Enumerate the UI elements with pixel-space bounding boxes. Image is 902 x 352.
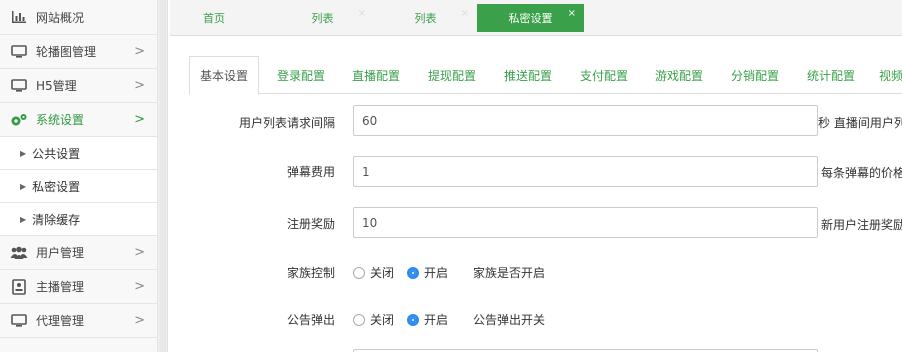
- field-label: 公告弹出: [286, 313, 335, 327]
- chevron-right-icon: >: [134, 44, 145, 59]
- id-card-icon: [10, 278, 28, 295]
- page-tab-label: 首页: [203, 12, 225, 25]
- chevron-right-icon: >: [134, 279, 145, 294]
- sidebar-subitem-clear-cache[interactable]: ▶ 清除缓存: [0, 203, 157, 236]
- chevron-right-icon: >: [134, 112, 145, 127]
- close-icon[interactable]: ×: [358, 8, 366, 19]
- page-tab-label: 私密设置: [508, 12, 553, 25]
- sidebar: 网站概况 轮播图管理 > H5管理 > 系统设置 > ▶ 公共设置 ▶ 私密设置…: [0, 0, 158, 352]
- tab-live-config[interactable]: 直播配置: [352, 56, 400, 94]
- chevron-right-icon: >: [134, 78, 145, 93]
- request-interval-input[interactable]: [353, 105, 818, 136]
- announcement-popup-on-radio[interactable]: 开启: [407, 311, 448, 328]
- sidebar-item-label: 网站概况: [36, 10, 85, 25]
- tab-game-config[interactable]: 游戏配置: [655, 56, 703, 94]
- radio-label: 开启: [424, 266, 449, 280]
- sidebar-item-site-overview[interactable]: 网站概况: [0, 0, 157, 35]
- gears-icon: [10, 112, 28, 128]
- radio-circle-selected: [407, 313, 419, 326]
- close-icon[interactable]: ×: [461, 8, 469, 19]
- field-label: 家族控制: [286, 266, 335, 280]
- sidebar-subitem-label: 清除缓存: [32, 212, 81, 227]
- radio-circle: [353, 313, 365, 326]
- radio-label: 关闭: [370, 266, 395, 280]
- sidebar-item-label: 用户管理: [36, 246, 85, 260]
- field-hint: 每条弹幕的价格: [821, 166, 902, 180]
- family-control-off-radio[interactable]: 关闭: [353, 264, 394, 281]
- radio-circle: [353, 266, 365, 279]
- sidebar-subitem-private-settings[interactable]: ▶ 私密设置: [0, 170, 157, 203]
- settings-tabs: 基本设置 登录配置 直播配置 提现配置 推送配置 支付配置 游戏配置 分销配置 …: [189, 56, 902, 95]
- register-reward-input[interactable]: [353, 207, 818, 238]
- page-tab-private-settings[interactable]: 私密设置 ×: [477, 4, 584, 32]
- field-label: 弹幕费用: [286, 165, 335, 179]
- sidebar-item-label: 系统设置: [36, 113, 85, 127]
- tab-push-config[interactable]: 推送配置: [504, 56, 552, 94]
- sidebar-subitem-public-settings[interactable]: ▶ 公共设置: [0, 137, 157, 170]
- field-label: 用户列表请求间隔: [238, 116, 335, 130]
- monitor-icon: [10, 44, 28, 60]
- caret-right-icon: ▶: [20, 148, 27, 158]
- page-tab-list-1[interactable]: 列表 ×: [271, 4, 374, 32]
- field-hint: 家族是否开启: [473, 266, 546, 280]
- page-tab-home[interactable]: 首页: [175, 4, 253, 32]
- radio-label: 开启: [424, 313, 449, 327]
- main-content: 基本设置 登录配置 直播配置 提现配置 推送配置 支付配置 游戏配置 分销配置 …: [170, 37, 902, 352]
- tab-stats-config[interactable]: 统计配置: [807, 56, 855, 94]
- tab-payment-config[interactable]: 支付配置: [580, 56, 628, 94]
- sidebar-item-agents[interactable]: 代理管理 >: [0, 304, 157, 338]
- monitor-icon: [10, 78, 28, 94]
- page-tab-label: 列表: [311, 12, 334, 25]
- sidebar-item-h5[interactable]: H5管理 >: [0, 69, 157, 103]
- caret-right-icon: ▶: [20, 214, 27, 224]
- field-hint: 公告弹出开关: [473, 313, 546, 327]
- sidebar-item-label: 主播管理: [36, 280, 85, 294]
- page-tab-label: 列表: [414, 12, 437, 25]
- close-icon[interactable]: ×: [568, 8, 576, 19]
- splitter-grip: [160, 0, 166, 352]
- chevron-right-icon: >: [134, 245, 145, 260]
- bar-chart-icon: [10, 9, 28, 25]
- chevron-right-icon: >: [134, 313, 145, 328]
- field-label: 注册奖励: [286, 217, 335, 231]
- family-control-on-radio[interactable]: 开启: [407, 264, 448, 281]
- page-tab-list-2[interactable]: 列表 ×: [374, 4, 477, 32]
- monitor-icon: [10, 313, 28, 329]
- sidebar-splitter[interactable]: [158, 0, 168, 352]
- tab-distribution-config[interactable]: 分销配置: [731, 56, 779, 94]
- sidebar-subitem-label: 私密设置: [32, 179, 81, 194]
- page-tab-bar: 首页 列表 × 列表 × 私密设置 ×: [170, 0, 902, 36]
- sidebar-item-users[interactable]: 用户管理 >: [0, 236, 157, 270]
- sidebar-item-label: H5管理: [36, 79, 77, 93]
- announcement-popup-off-radio[interactable]: 关闭: [353, 311, 394, 328]
- tab-basic-settings[interactable]: 基本设置: [189, 56, 260, 95]
- field-hint: 新用户注册奖励: [821, 218, 902, 232]
- sidebar-item-carousel[interactable]: 轮播图管理 >: [0, 35, 157, 69]
- sidebar-item-system-settings[interactable]: 系统设置 >: [0, 103, 157, 137]
- sidebar-subitem-label: 公共设置: [32, 146, 81, 161]
- sidebar-item-anchors[interactable]: 主播管理 >: [0, 270, 157, 304]
- radio-label: 关闭: [370, 313, 395, 327]
- tab-login-config[interactable]: 登录配置: [277, 56, 325, 94]
- radio-circle-selected: [407, 266, 419, 279]
- caret-right-icon: ▶: [20, 181, 27, 191]
- users-icon: [10, 245, 28, 261]
- field-hint: 秒 直播间用户列: [818, 116, 902, 130]
- sidebar-item-label: 轮播图管理: [36, 45, 97, 59]
- tab-video-config[interactable]: 视频: [879, 56, 902, 94]
- danmaku-fee-input[interactable]: [353, 156, 818, 187]
- tab-withdraw-config[interactable]: 提现配置: [428, 56, 476, 94]
- sidebar-item-label: 代理管理: [36, 314, 85, 328]
